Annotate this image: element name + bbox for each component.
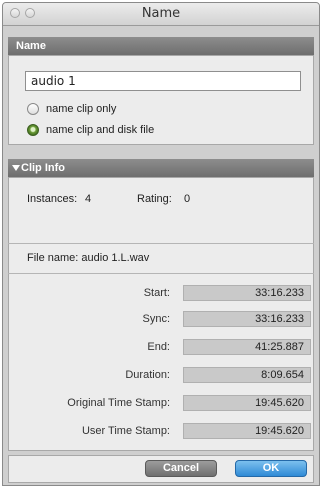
duration-field[interactable]: 8:09.654 — [183, 367, 311, 383]
file-name: File name: audio 1.L.wav — [27, 252, 150, 264]
sync-label: Sync: — [142, 313, 170, 325]
user-time-stamp-field[interactable]: 19:45.620 — [183, 423, 311, 439]
user-time-stamp-label: User Time Stamp: — [81, 425, 170, 437]
start-field[interactable]: 33:16.233 — [183, 285, 311, 301]
divider — [8, 273, 314, 274]
rating-value: 0 — [184, 193, 191, 205]
start-label: Start: — [143, 287, 170, 299]
disclosure-triangle-icon[interactable] — [12, 165, 20, 171]
clip-name-input[interactable]: audio 1 — [25, 71, 301, 91]
title-bar[interactable]: Name — [3, 3, 319, 26]
radio-label-name-clip-only[interactable]: name clip only — [46, 103, 116, 115]
end-field[interactable]: 41:25.887 — [183, 339, 311, 355]
instances-label: Instances: — [27, 193, 78, 205]
button-bar: Cancel OK — [8, 455, 314, 483]
cancel-button[interactable]: Cancel — [145, 460, 217, 477]
rating-label: Rating: — [137, 193, 172, 205]
radio-name-clip-and-disk-file[interactable] — [27, 124, 39, 136]
divider — [8, 243, 314, 244]
instances-value: 4 — [85, 193, 92, 205]
clip-info-header-label: Clip Info — [21, 162, 65, 174]
radio-label-name-clip-and-disk-file[interactable]: name clip and disk file — [46, 124, 154, 136]
end-label: End: — [147, 341, 170, 353]
name-dialog: Name Name audio 1 name clip only name cl… — [2, 2, 320, 486]
original-time-stamp-field[interactable]: 19:45.620 — [183, 395, 311, 411]
name-section-header: Name — [8, 37, 314, 55]
radio-name-clip-only[interactable] — [27, 103, 39, 115]
clip-info-header[interactable]: Clip Info — [8, 159, 314, 177]
ok-button[interactable]: OK — [235, 460, 307, 477]
duration-label: Duration: — [125, 369, 170, 381]
original-time-stamp-label: Original Time Stamp: — [67, 397, 170, 409]
sync-field[interactable]: 33:16.233 — [183, 311, 311, 327]
window-title: Name — [141, 6, 181, 21]
